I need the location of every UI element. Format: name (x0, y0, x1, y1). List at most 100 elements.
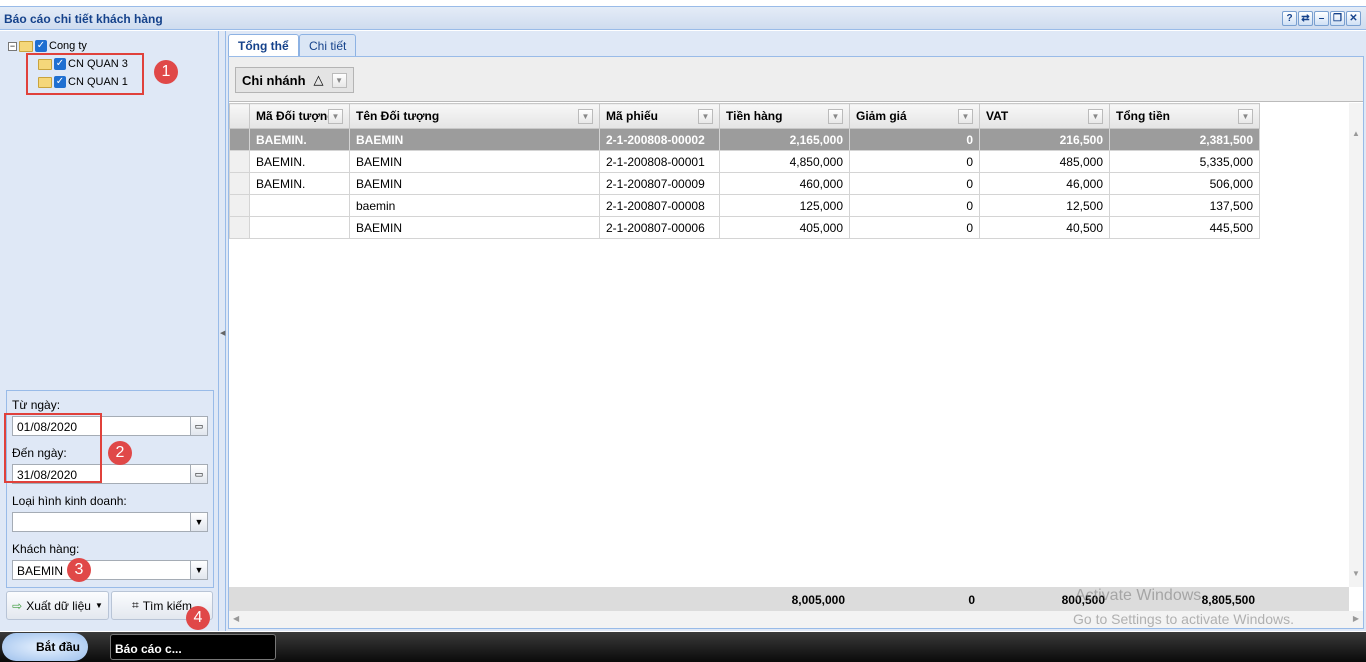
table-cell: 216,500 (979, 128, 1110, 151)
tab-chi-tiet[interactable]: Chi tiết (299, 34, 357, 56)
table-row[interactable]: BAEMIN. BAEMIN 2-1-200807-00009 460,000 0 46,… (229, 172, 1260, 195)
total-tien-hang: 8,005,000 (791, 593, 845, 607)
filter-dropdown-icon[interactable]: ▼ (1088, 109, 1103, 124)
table-cell: 2,381,500 (1109, 128, 1260, 151)
column-header[interactable]: Tên Đối tượng ▼ (349, 103, 600, 129)
step-badge: 2 (108, 441, 132, 465)
row-indicator[interactable] (229, 216, 250, 239)
binoculars-icon: ⌗ (131, 598, 139, 612)
table-cell: 5,335,000 (1109, 150, 1260, 173)
table-cell: BAEMIN (349, 172, 600, 195)
start-button[interactable]: Bắt đầu (2, 633, 88, 661)
table-row[interactable]: BAEMIN. BAEMIN 2-1-200808-00002 2,165,000 0 2… (229, 128, 1260, 151)
column-header[interactable]: Tiền hàng ▼ (719, 103, 850, 129)
table-cell: BAEMIN. (249, 128, 350, 151)
calendar-icon[interactable]: ▭ (190, 465, 207, 483)
splitter[interactable]: ◀ (219, 31, 226, 631)
table-row[interactable]: baemin 2-1-200807-00008 125,000 0 12,500 137,… (229, 194, 1260, 217)
table-cell: 2,165,000 (719, 128, 850, 151)
minimize-button[interactable]: – (1314, 11, 1329, 26)
table-cell: 460,000 (719, 172, 850, 195)
customer-label: Khách hàng: (12, 542, 80, 556)
checkbox-root[interactable]: ✓ (35, 40, 47, 52)
chevron-down-icon[interactable]: ▼ (190, 561, 207, 579)
table-cell: 0 (849, 216, 980, 239)
table-cell: 4,850,000 (719, 150, 850, 173)
table-cell: 2-1-200807-00006 (599, 216, 720, 239)
help-button[interactable]: ? (1282, 11, 1297, 26)
refresh-button[interactable]: ⇄ (1298, 11, 1313, 26)
chevron-down-icon[interactable]: ▼ (190, 513, 207, 531)
watermark-line2: Go to Settings to activate Windows. (1073, 611, 1294, 627)
filter-dropdown-icon[interactable]: ▼ (331, 72, 347, 88)
group-panel: Chi nhánh △ ▼ (229, 57, 1363, 102)
folder-icon (19, 40, 33, 52)
column-header[interactable]: Giảm giá ▼ (849, 103, 980, 129)
filter-dropdown-icon[interactable]: ▼ (578, 109, 593, 124)
column-header[interactable]: Mã Đối tượng ▼ (249, 103, 350, 129)
calendar-icon[interactable]: ▭ (190, 417, 207, 435)
from-date-label: Từ ngày: (12, 398, 61, 412)
filter-dropdown-icon[interactable]: ▼ (1238, 109, 1253, 124)
column-header[interactable]: VAT ▼ (979, 103, 1110, 129)
tab-tong-the[interactable]: Tổng thể (228, 34, 299, 56)
watermark-line1: Activate Windows (1075, 587, 1202, 604)
table-cell: 2-1-200808-00002 (599, 128, 720, 151)
table-cell: 137,500 (1109, 194, 1260, 217)
group-chi-nhanh[interactable]: Chi nhánh △ ▼ (235, 67, 354, 93)
table-cell: BAEMIN. (249, 150, 350, 173)
table-cell: 2-1-200808-00001 (599, 150, 720, 173)
table-cell: 46,000 (979, 172, 1110, 195)
filter-dropdown-icon[interactable]: ▼ (958, 109, 973, 124)
customer-select[interactable]: BAEMIN ▼ (12, 560, 208, 580)
business-type-label: Loại hình kinh doanh: (12, 494, 127, 508)
close-button[interactable]: ✕ (1346, 11, 1361, 26)
restore-button[interactable]: ❐ (1330, 11, 1345, 26)
indicator-header (229, 103, 250, 129)
table-cell: 506,000 (1109, 172, 1260, 195)
export-label: Xuất dữ liệu (26, 598, 91, 613)
column-label: VAT (986, 109, 1009, 123)
table-cell: 485,000 (979, 150, 1110, 173)
table-cell: 2-1-200807-00008 (599, 194, 720, 217)
tree-node-root[interactable]: − ✓ Cong ty (8, 38, 87, 54)
table-row[interactable]: BAEMIN 2-1-200807-00006 405,000 0 40,500 445,… (229, 216, 1260, 239)
report-panel: Tổng thể Chi tiết Chi nhánh △ ▼ Mã Đối t… (226, 31, 1366, 631)
filter-dropdown-icon[interactable]: ▼ (698, 109, 713, 124)
table-cell: 0 (849, 150, 980, 173)
step-badge: 3 (67, 558, 91, 582)
total-giam-gia: 0 (968, 593, 975, 607)
sort-icon: △ (313, 72, 324, 87)
table-cell: BAEMIN. (249, 172, 350, 195)
column-header[interactable]: Mã phiếu ▼ (599, 103, 720, 129)
table-row[interactable]: BAEMIN. BAEMIN 2-1-200808-00001 4,850,000 0 4… (229, 150, 1260, 173)
table-cell: BAEMIN (349, 128, 600, 151)
row-indicator[interactable] (229, 194, 250, 217)
table-cell: 445,500 (1109, 216, 1260, 239)
column-label: Mã Đối tượng (256, 109, 335, 123)
filter-dropdown-icon[interactable]: ▼ (328, 109, 343, 124)
row-indicator[interactable] (229, 128, 250, 151)
table-cell: 0 (849, 194, 980, 217)
vertical-scrollbar[interactable]: ▲ ▼ (1349, 103, 1363, 587)
row-indicator[interactable] (229, 150, 250, 173)
column-label: Tổng tiền (1116, 109, 1170, 123)
table-cell: 0 (849, 128, 980, 151)
grid-panel: Chi nhánh △ ▼ Mã Đối tượng ▼ Tên Đối tượng… (228, 56, 1364, 629)
business-type-select[interactable]: ▼ (12, 512, 208, 532)
table-cell (249, 194, 350, 217)
table-cell: 2-1-200807-00009 (599, 172, 720, 195)
column-label: Giảm giá (856, 109, 907, 123)
table-cell: 405,000 (719, 216, 850, 239)
table-cell: 125,000 (719, 194, 850, 217)
taskbar-item[interactable]: Báo cáo c... (110, 634, 276, 660)
collapse-icon[interactable]: − (8, 41, 17, 51)
export-icon: ⇨ (12, 598, 23, 613)
window-title: Báo cáo chi tiết khách hàng (4, 12, 163, 26)
filter-dropdown-icon[interactable]: ▼ (828, 109, 843, 124)
column-label: Tên Đối tượng (356, 109, 440, 123)
dropdown-arrow-icon: ▼ (94, 601, 103, 610)
column-header[interactable]: Tổng tiền ▼ (1109, 103, 1260, 129)
export-button[interactable]: ⇨ Xuất dữ liệu ▼ (6, 591, 109, 620)
row-indicator[interactable] (229, 172, 250, 195)
